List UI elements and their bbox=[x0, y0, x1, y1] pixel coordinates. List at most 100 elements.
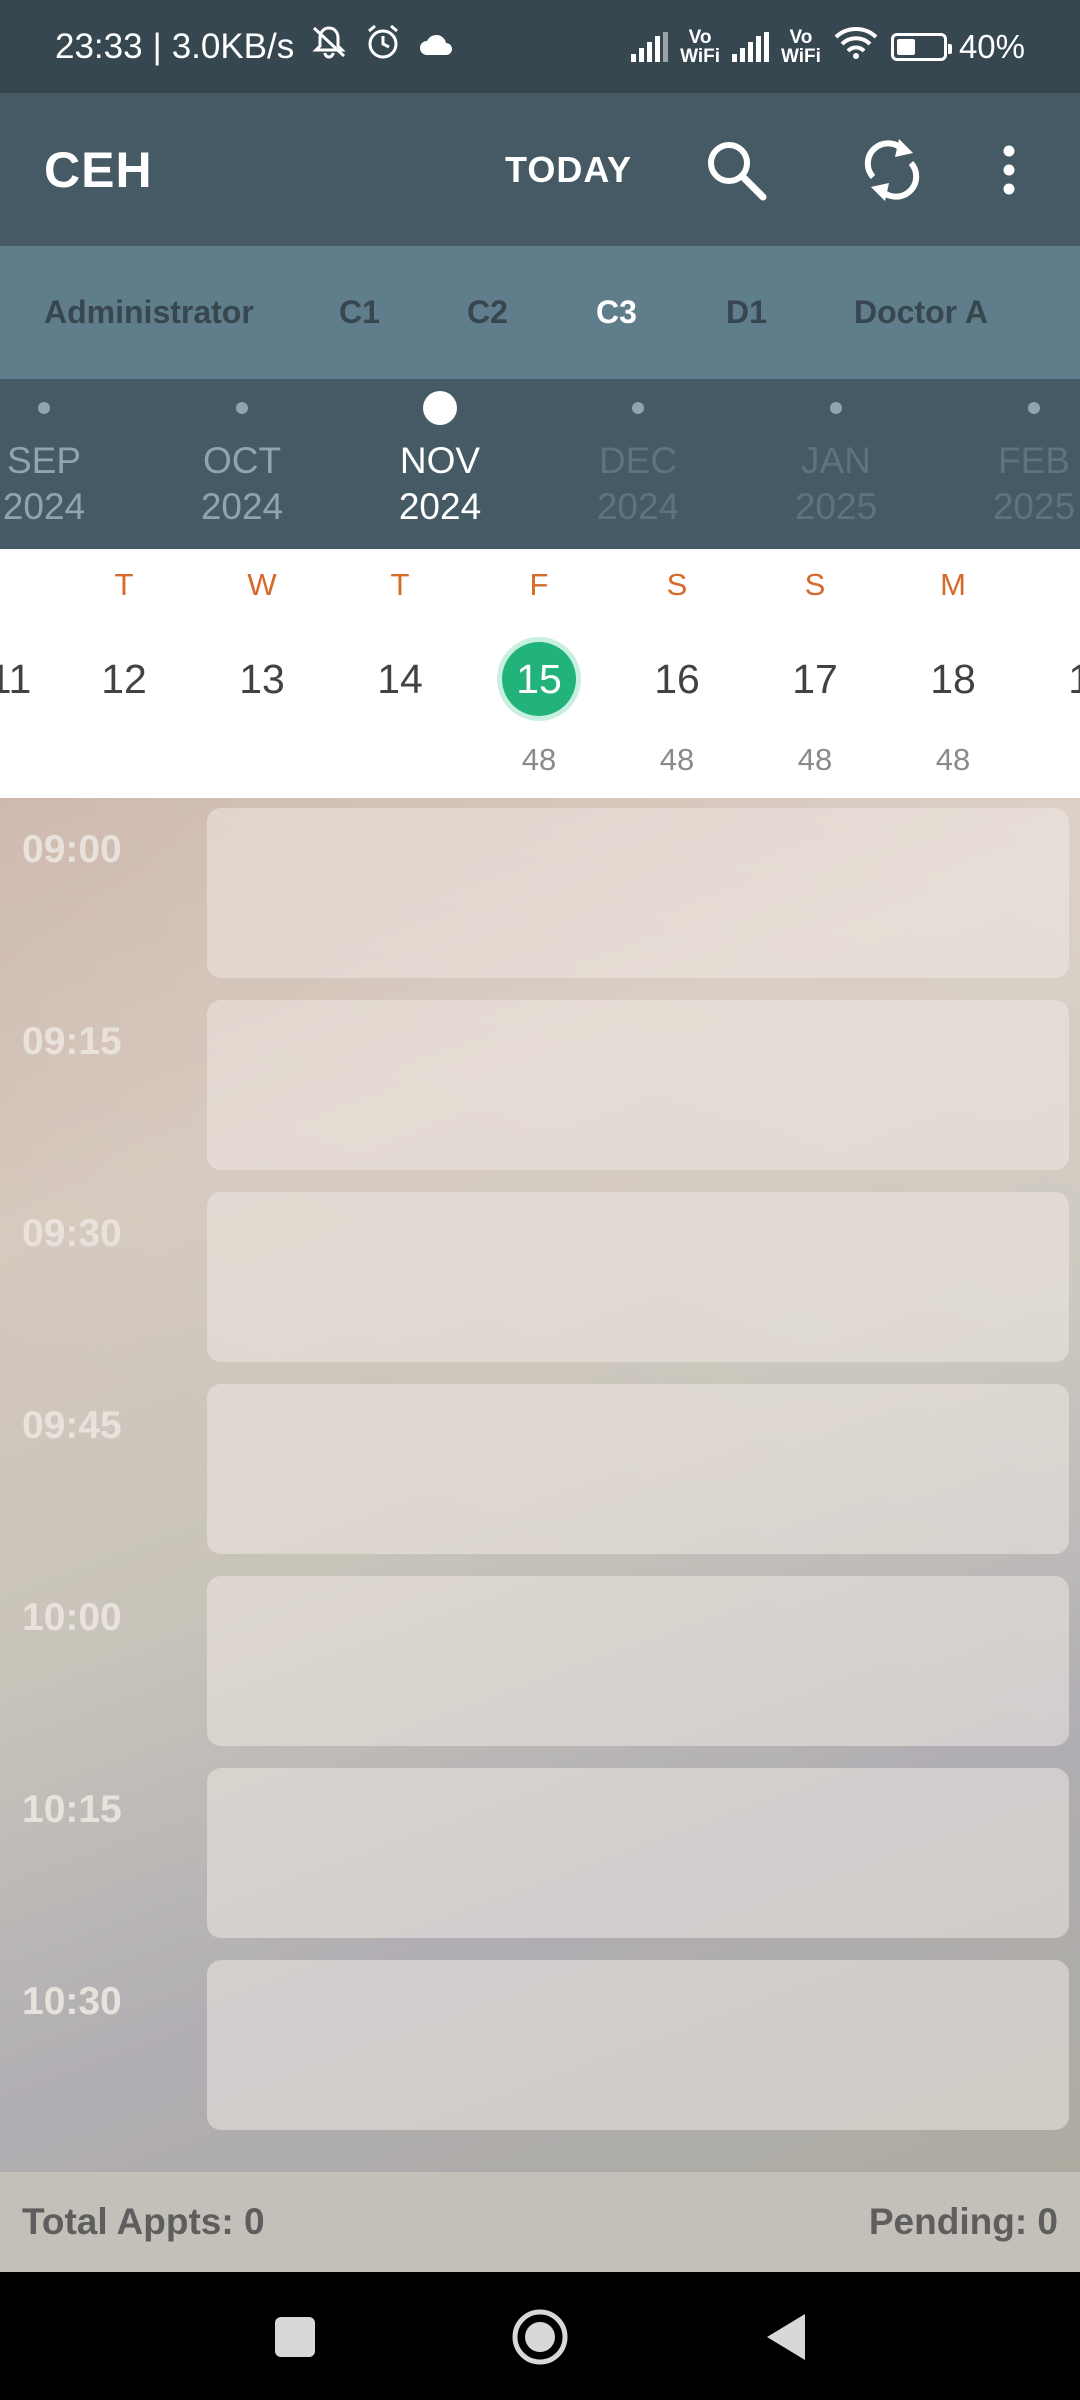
slot-box[interactable] bbox=[207, 1768, 1069, 1938]
refresh-icon[interactable] bbox=[857, 135, 927, 205]
day-letter: F bbox=[529, 567, 549, 602]
month-year: 2024 bbox=[398, 486, 482, 527]
slot-time: 09:30 bbox=[22, 1212, 122, 1255]
month-item-active[interactable]: NOV 2024 bbox=[355, 379, 525, 530]
slot-time: 10:30 bbox=[22, 1980, 122, 2023]
day-number: 19 bbox=[1068, 656, 1080, 702]
month-dot bbox=[236, 402, 248, 414]
day-letter: T bbox=[114, 567, 134, 602]
day-count: 48 bbox=[659, 742, 695, 777]
time-slot-row: 10:30 bbox=[0, 1950, 1080, 2142]
month-name: DEC bbox=[598, 440, 678, 481]
month-name: SEP bbox=[6, 440, 82, 481]
time-slot-row: 09:45 bbox=[0, 1374, 1080, 1566]
day-number: 14 bbox=[377, 656, 423, 702]
week-strip: 11 T 12 W 13 T 14 F 15 48 S 16 48 S 17 4… bbox=[0, 549, 1080, 798]
day-number: 13 bbox=[239, 656, 285, 702]
home-circle-icon[interactable] bbox=[505, 2302, 575, 2372]
total-appointments: Total Appts: 0 bbox=[22, 2201, 265, 2242]
slot-time: 09:45 bbox=[22, 1404, 122, 1447]
month-name: NOV bbox=[399, 440, 481, 481]
day-count: 4 bbox=[1041, 742, 1080, 778]
time-slot-row: 10:00 bbox=[0, 1566, 1080, 1758]
month-dot bbox=[632, 402, 644, 414]
month-item[interactable]: FEB 2025 bbox=[949, 379, 1080, 530]
day-letter: S bbox=[666, 567, 688, 602]
day-number: 15 bbox=[489, 637, 589, 721]
mute-bell-icon bbox=[310, 24, 348, 69]
tab-c3[interactable]: C3 bbox=[596, 294, 637, 331]
slot-box[interactable] bbox=[207, 808, 1069, 978]
status-separator: | bbox=[152, 26, 162, 66]
month-year: 2024 bbox=[596, 486, 680, 527]
month-name: OCT bbox=[202, 440, 282, 481]
day-letter: W bbox=[247, 567, 277, 602]
day-letter: S bbox=[804, 567, 826, 602]
cloud-icon bbox=[418, 27, 454, 66]
slot-time: 09:15 bbox=[22, 1020, 122, 1063]
time-slot-row: 09:30 bbox=[0, 1182, 1080, 1374]
tab-c1[interactable]: C1 bbox=[339, 294, 380, 331]
day-number: 12 bbox=[101, 656, 147, 702]
slot-box[interactable] bbox=[207, 1960, 1069, 2130]
day-count: 48 bbox=[797, 742, 833, 777]
search-icon[interactable] bbox=[701, 135, 771, 205]
day-number: 11 bbox=[0, 656, 32, 702]
day-letter: M bbox=[940, 567, 966, 602]
battery-percent: 40% bbox=[958, 27, 1025, 65]
vowifi-icon: Vo WiFi bbox=[781, 26, 821, 67]
day-number: 18 bbox=[930, 656, 976, 702]
signal-icon bbox=[631, 31, 669, 62]
status-bar: 23:33 | 3.0KB/s Vo WiFi Vo WiFi 40% bbox=[0, 0, 1080, 93]
slot-time: 10:00 bbox=[22, 1596, 122, 1639]
schedule-list[interactable]: 09:00 09:15 09:30 09:45 10:00 10:15 10:3… bbox=[0, 798, 1080, 2172]
slot-time: 10:15 bbox=[22, 1788, 122, 1831]
month-name: JAN bbox=[801, 440, 871, 481]
day-count: 48 bbox=[935, 742, 971, 777]
slot-time: 09:00 bbox=[22, 828, 122, 871]
slot-box[interactable] bbox=[207, 1576, 1069, 1746]
month-item[interactable]: JAN 2025 bbox=[751, 379, 921, 530]
time-slot-row: 09:15 bbox=[0, 990, 1080, 1182]
network-speed: 3.0KB/s bbox=[171, 26, 295, 66]
alarm-icon bbox=[364, 23, 402, 70]
month-dot bbox=[830, 402, 842, 414]
day-count: 48 bbox=[521, 742, 557, 777]
tab-administrator[interactable]: Administrator bbox=[44, 294, 254, 331]
summary-footer: Total Appts: 0 Pending: 0 bbox=[0, 2172, 1080, 2272]
time-slot-row: 10:15 bbox=[0, 1758, 1080, 1950]
month-year: 2024 bbox=[200, 486, 284, 527]
back-triangle-icon[interactable] bbox=[750, 2302, 820, 2372]
month-strip: SEP 2024 OCT 2024 NOV 2024 DEC 2024 JAN … bbox=[0, 379, 1080, 549]
tab-d1[interactable]: D1 bbox=[726, 294, 767, 331]
tab-doctor-a[interactable]: Doctor A bbox=[854, 294, 988, 331]
slot-box[interactable] bbox=[207, 1384, 1069, 1554]
slot-box[interactable] bbox=[207, 1000, 1069, 1170]
tab-c2[interactable]: C2 bbox=[467, 294, 508, 331]
pending-count: Pending: 0 bbox=[868, 2201, 1058, 2242]
vowifi-icon: Vo WiFi bbox=[680, 26, 720, 67]
slot-box[interactable] bbox=[207, 1192, 1069, 1362]
day-letter: T bbox=[390, 567, 410, 602]
status-left: 23:33 | 3.0KB/s bbox=[55, 23, 454, 70]
recents-square-icon[interactable] bbox=[260, 2302, 330, 2372]
month-name: FEB bbox=[998, 440, 1070, 481]
battery-icon bbox=[890, 32, 952, 61]
month-item[interactable]: SEP 2024 bbox=[0, 379, 129, 530]
today-button[interactable]: TODAY bbox=[505, 149, 632, 191]
user-tabs: Administrator C1 C2 C3 D1 Doctor A bbox=[0, 246, 1080, 379]
app-bar: CEH TODAY bbox=[0, 93, 1080, 246]
system-nav-bar bbox=[0, 2272, 1080, 2400]
month-dot bbox=[1028, 402, 1040, 414]
selected-day-circle: 15 bbox=[502, 642, 576, 716]
month-item[interactable]: OCT 2024 bbox=[157, 379, 327, 530]
month-year: 2025 bbox=[794, 486, 878, 527]
day-number: 16 bbox=[654, 656, 700, 702]
month-item[interactable]: DEC 2024 bbox=[553, 379, 723, 530]
month-year: 2025 bbox=[992, 486, 1076, 527]
more-vert-icon[interactable] bbox=[984, 135, 1034, 205]
app-title: CEH bbox=[44, 141, 153, 198]
signal-icon bbox=[732, 31, 769, 62]
month-year: 2024 bbox=[2, 486, 86, 527]
month-dot bbox=[38, 402, 50, 414]
